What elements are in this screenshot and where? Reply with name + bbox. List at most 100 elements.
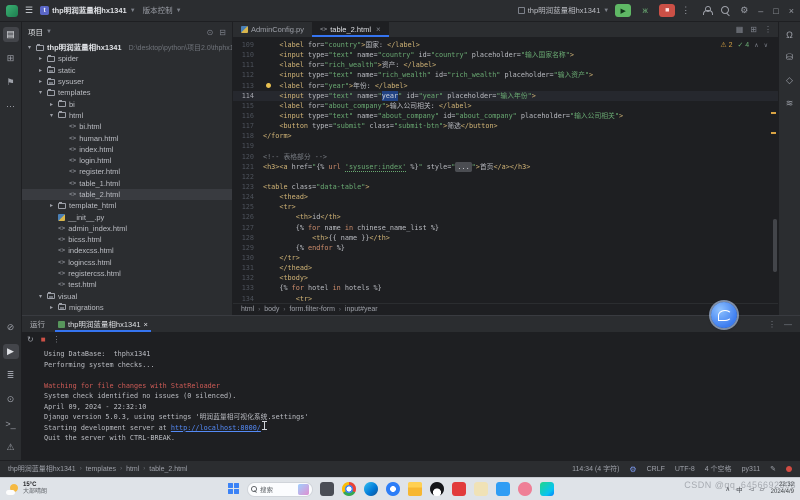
notifications-icon[interactable]: Ω [782,27,798,42]
expand-arrow-icon[interactable]: ▸ [48,202,55,209]
settings-gear-icon[interactable]: ⚙ [740,5,748,16]
code-line-111[interactable]: 111 <label for="rich_wealth">资产: </label… [233,60,778,70]
panel-hide-icon[interactable]: — [784,320,792,329]
code-line-113[interactable]: 113 <label for="year">年份: </label> [233,81,778,91]
notification-dot[interactable] [786,466,792,472]
tree-item-bi[interactable]: ▸bi [22,98,232,109]
code-line-114[interactable]: 114 <input type="text" name="year" id="y… [233,91,778,101]
caret-position[interactable]: 114:34 (4 字符) [572,464,619,474]
taskbar-app-edge[interactable] [364,482,378,496]
services-icon[interactable]: ≣ [3,368,19,383]
code-with-me-icon[interactable] [702,6,711,15]
tree-item-spider[interactable]: ▸spider [22,53,232,64]
taskbar-app-qq[interactable] [430,482,444,496]
code-line-119[interactable]: 119 [233,141,778,151]
tree-item-human.html[interactable]: <>human.html [22,132,232,143]
code-line-134[interactable]: 134 <tr> [233,294,778,303]
problems-icon[interactable]: ⚠ [3,440,19,455]
tree-item-login.html[interactable]: <>login.html [22,155,232,166]
tray-expand-icon[interactable]: ∧ [725,485,730,493]
volume-icon[interactable]: ◅ [749,485,754,493]
network-icon[interactable]: ▱ [760,485,765,493]
breadcrumb-item[interactable]: form.filter-form [289,306,335,313]
gradle-icon[interactable]: ◇ [782,73,798,88]
tree-item-table_1.html[interactable]: <>table_1.html [22,178,232,189]
ai-assistant-icon[interactable]: ≋ [782,96,798,111]
tree-item-template_html[interactable]: ▸template_html [22,200,232,211]
search-everywhere-icon[interactable] [721,6,730,15]
project-folder-icon[interactable]: ▤ [3,27,19,42]
bookmarks-icon[interactable]: ⚑ [3,75,19,90]
taskbar-app-pycharm[interactable] [540,482,554,496]
window-minimize-button[interactable]: – [758,6,763,16]
window-maximize-button[interactable]: □ [773,6,778,16]
code-line-131[interactable]: 131 </thead> [233,263,778,273]
status-breadcrumb[interactable]: thp明润蓝量相hx1341›templates›html›table_2.ht… [8,464,187,474]
collapse-all-icon[interactable]: ⊟ [219,28,226,37]
tree-item-bi.html[interactable]: <>bi.html [22,121,232,132]
stop-icon[interactable]: ■ [41,335,46,344]
ai-assistant-fab[interactable] [711,302,737,328]
taskbar-app-chat[interactable] [496,482,510,496]
python-console-icon[interactable]: ⊙ [3,392,19,407]
breadcrumb-item[interactable]: input#year [345,306,378,313]
status-breadcrumb-item[interactable]: templates [86,466,116,473]
breadcrumb-item[interactable]: body [264,306,279,313]
structure-icon[interactable]: ⊞ [3,51,19,66]
run-console[interactable]: Using DataBase: thphx1341Performing syst… [22,346,800,460]
status-breadcrumb-item[interactable]: html [126,466,139,473]
code-line-117[interactable]: 117 <button type="submit" class="submit-… [233,121,778,131]
tree-item-migrations[interactable]: ▸migrations [22,302,232,313]
code-line-128[interactable]: 128 <th>{{ name }}</th> [233,233,778,243]
code-line-110[interactable]: 110 <input type="text" name="country" id… [233,50,778,60]
code-line-109[interactable]: 109 <label for="country">国家: </label> [233,40,778,50]
commit-icon[interactable]: ⊘ [3,320,19,335]
tree-item-index.html[interactable]: <>index.html [22,144,232,155]
run-button[interactable]: ▶ [615,4,631,17]
status-breadcrumb-item[interactable]: table_2.html [149,466,187,473]
system-tray[interactable]: ∧ 中 ◅ ▱ 22:32 2024/4/9 [725,482,794,496]
expand-arrow-icon[interactable]: ▾ [37,89,44,96]
clock[interactable]: 22:32 2024/4/9 [771,482,794,496]
code-line-123[interactable]: 123<table class="data-table"> [233,182,778,192]
tree-item-admin_index.html[interactable]: <>admin_index.html [22,223,232,234]
tree-item-bicss.html[interactable]: <>bicss.html [22,234,232,245]
input-language[interactable]: 中 [736,484,743,494]
tree-item-logincss.html[interactable]: <>logincss.html [22,257,232,268]
plugin-gear-icon[interactable]: ⚙ [629,465,636,474]
project-widget[interactable]: t thp明润蓝量相hx1341 ▼ [40,5,136,16]
taskbar-search[interactable]: 搜索 [247,482,313,497]
weather-widget[interactable]: 15°C 大部晴朗 [6,482,47,496]
start-button[interactable] [228,483,240,495]
terminal-icon[interactable]: >_ [3,416,19,431]
code-line-124[interactable]: 124 <thead> [233,192,778,202]
taskbar-app-app[interactable] [474,482,488,496]
debug-button[interactable]: ж [637,4,653,17]
locate-file-icon[interactable]: ⊙ [207,28,214,37]
code-line-116[interactable]: 116 <input type="text" name="about_compa… [233,111,778,121]
code-line-115[interactable]: 115 <label for="about_company">输入公司相关: <… [233,101,778,111]
expand-arrow-icon[interactable]: ▾ [37,293,44,300]
breadcrumb-item[interactable]: html [241,306,254,313]
tab-options-icon[interactable]: ⋮ [764,25,772,34]
code-line-118[interactable]: 118</form> [233,131,778,141]
tree-item-table_2.html[interactable]: <>table_2.html [22,189,232,200]
indent-setting[interactable]: 4 个空格 [705,464,732,474]
more-icon[interactable]: ⋮ [53,335,61,344]
run-icon[interactable]: ▶ [3,344,19,359]
readonly-toggle-icon[interactable]: ✎ [770,465,776,473]
close-tab-icon[interactable]: × [376,25,381,34]
main-menu-icon[interactable]: ☰ [25,5,33,16]
status-breadcrumb-item[interactable]: thp明润蓝量相hx1341 [8,464,76,474]
editor-layout-icon[interactable]: ▦ [736,25,744,34]
server-url-link[interactable]: http://localhost:8000/ [171,424,261,432]
code-line-120[interactable]: 120<!-- 表格部分 --> [233,152,778,162]
code-editor[interactable]: ⚠ 2 ✓ 4 ∧ ∨ 109 <label for="country">国家:… [233,38,778,303]
run-tab[interactable]: thp明润蓝量相hx1341 × [55,316,151,332]
code-line-121[interactable]: 121<h3><a href="{% url 'sysuser:index' %… [233,162,778,172]
project-panel-title[interactable]: 项目 [28,27,43,38]
tree-item-test.html[interactable]: <>test.html [22,279,232,290]
vcs-widget[interactable]: 版本控制 ▼ [143,5,182,16]
expand-arrow-icon[interactable]: ▸ [48,304,55,311]
file-encoding[interactable]: UTF-8 [675,466,695,473]
